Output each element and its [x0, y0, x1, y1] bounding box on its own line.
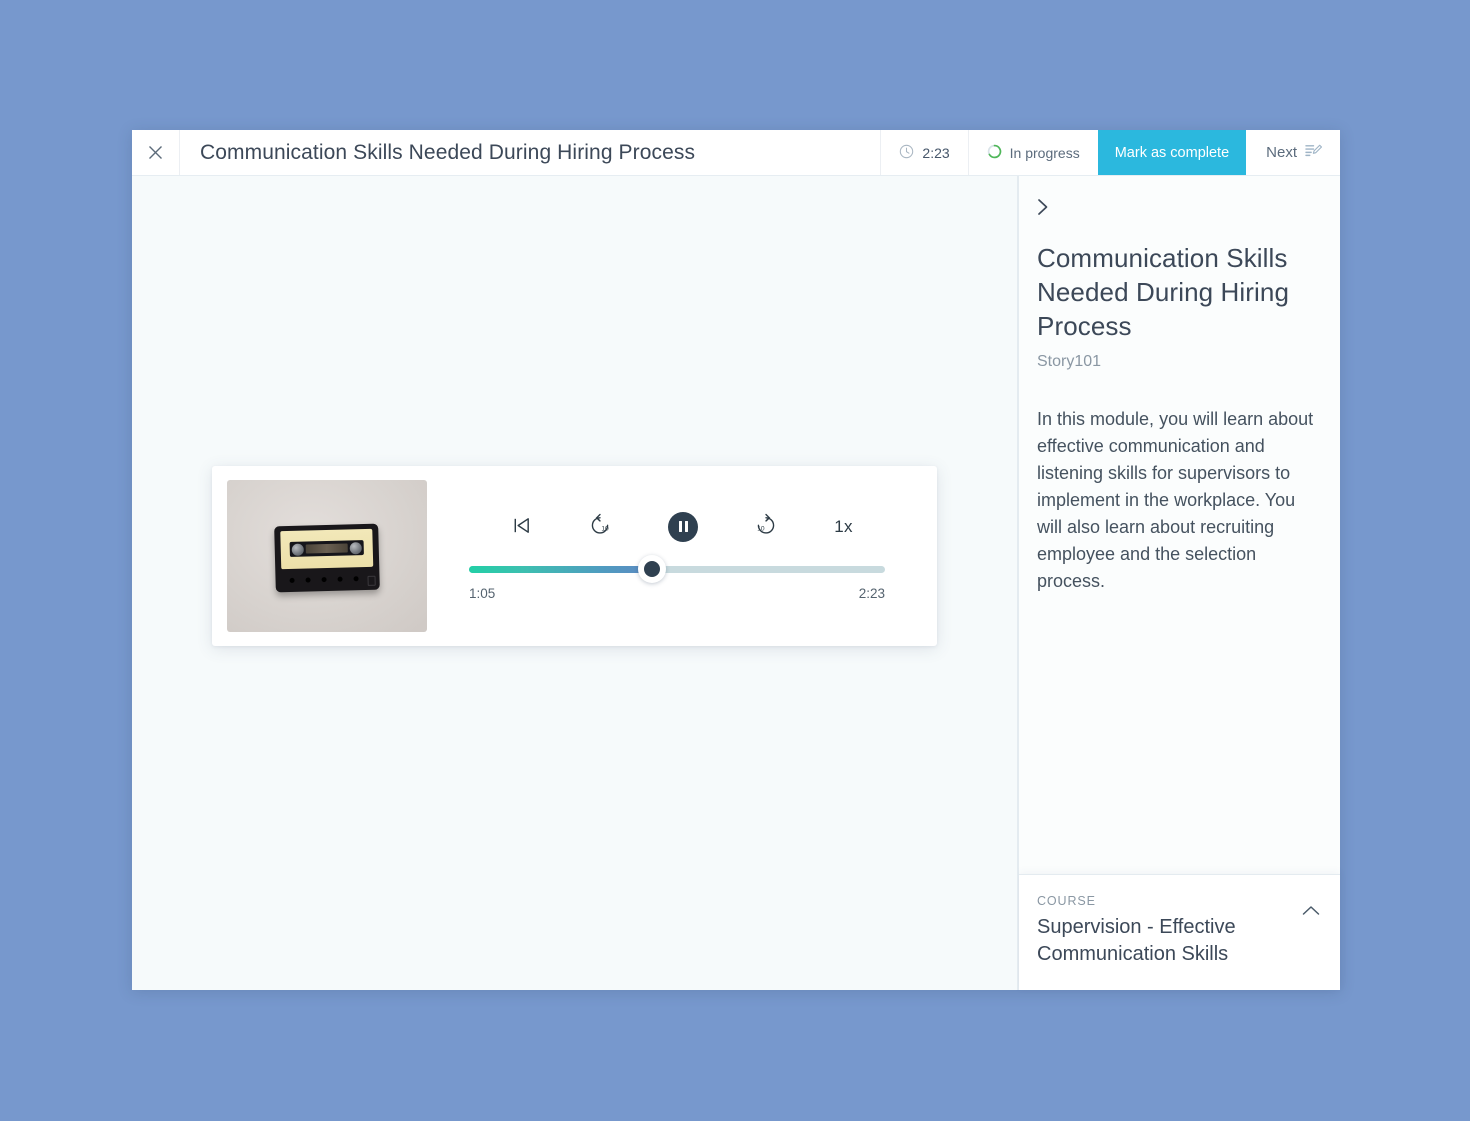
sidebar-content: Communication Skills Needed During Hirin…	[1019, 176, 1340, 874]
elapsed-time: 1:05	[469, 585, 496, 601]
time-labels: 1:05 2:23	[469, 586, 885, 601]
progress-slider[interactable]	[469, 555, 885, 583]
next-label: Next	[1266, 144, 1297, 161]
page-title: Communication Skills Needed During Hirin…	[200, 140, 696, 164]
pause-icon-bar-2	[684, 521, 688, 532]
audio-thumbnail	[227, 480, 427, 632]
svg-text:10: 10	[757, 526, 765, 533]
cassette-tape-photo	[274, 523, 380, 592]
duration-value: 2:23	[922, 144, 950, 161]
forward-10-button[interactable]: 10	[754, 513, 778, 540]
close-button[interactable]	[132, 130, 180, 175]
play-pause-button[interactable]	[668, 511, 699, 542]
rewind-10-button[interactable]: 10	[588, 513, 612, 540]
sidebar-title: Communication Skills Needed During Hirin…	[1037, 243, 1290, 341]
body-split: 10 10 1x 1:05 2:23 Communication Skills …	[132, 176, 1340, 990]
sidebar-description: In this module, you will learn about eff…	[1037, 409, 1314, 591]
rewind-10-icon: 10	[588, 513, 612, 540]
collapse-sidebar-button[interactable]	[1037, 194, 1051, 219]
total-time: 2:23	[858, 585, 885, 601]
pause-icon	[678, 521, 682, 532]
course-card-texts: COURSE Supervision - Effective Communica…	[1037, 894, 1292, 968]
lesson-player-window: Communication Skills Needed During Hirin…	[132, 130, 1340, 990]
topbar: Communication Skills Needed During Hirin…	[132, 130, 1340, 176]
playback-speed-button[interactable]: 1x	[834, 517, 853, 537]
status-label: In progress	[1009, 144, 1080, 161]
topbar-meta-group: 2:23 In progress Mark as complete Next	[880, 130, 1340, 175]
assignment-edit-icon	[1305, 143, 1323, 162]
audio-player-card: 10 10 1x 1:05 2:23	[212, 466, 937, 646]
status-badge: In progress	[967, 130, 1098, 175]
next-button[interactable]: Next	[1246, 130, 1340, 175]
transport-buttons: 10 10 1x	[457, 511, 897, 542]
progress-ring-icon	[987, 144, 1002, 162]
course-card[interactable]: COURSE Supervision - Effective Communica…	[1019, 874, 1340, 990]
close-icon	[148, 145, 163, 160]
forward-10-icon: 10	[754, 513, 778, 540]
details-sidebar: Communication Skills Needed During Hirin…	[1018, 176, 1340, 990]
chevron-up-icon	[1302, 904, 1320, 919]
skip-previous-icon	[511, 515, 532, 539]
svg-text:10: 10	[602, 526, 610, 533]
chevron-right-icon	[1037, 199, 1049, 219]
duration-indicator: 2:23	[880, 130, 967, 175]
course-name: Supervision - Effective Communication Sk…	[1037, 916, 1236, 965]
sidebar-subtitle: Story101	[1037, 353, 1102, 370]
course-card-toggle-button[interactable]	[1302, 894, 1320, 919]
progress-filled	[469, 565, 653, 573]
course-eyebrow: COURSE	[1037, 894, 1096, 908]
scrub-area: 1:05 2:23	[457, 555, 897, 601]
clock-icon	[899, 144, 914, 162]
skip-to-start-button[interactable]	[511, 515, 532, 539]
progress-knob[interactable]	[638, 555, 667, 583]
media-stage: 10 10 1x 1:05 2:23	[132, 176, 1018, 990]
player-controls: 10 10 1x 1:05 2:23	[427, 511, 937, 601]
mark-as-complete-button[interactable]: Mark as complete	[1097, 130, 1247, 175]
